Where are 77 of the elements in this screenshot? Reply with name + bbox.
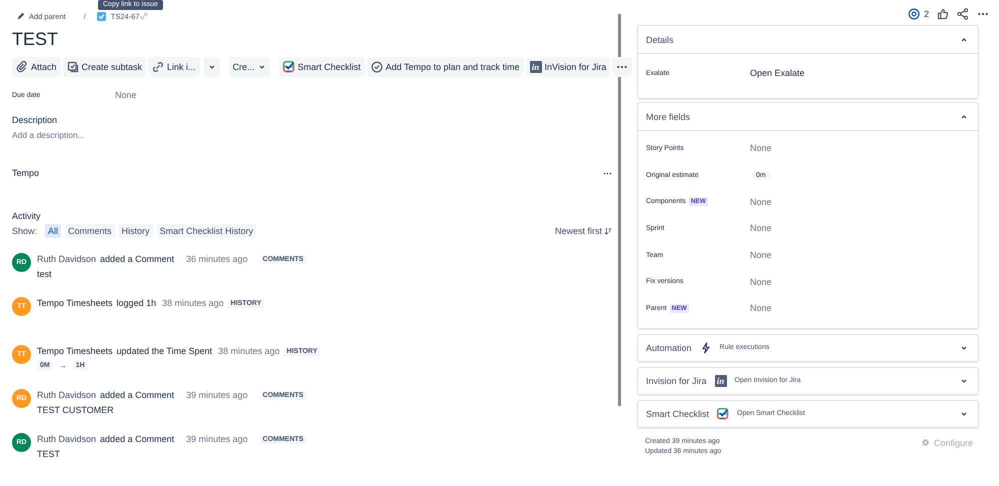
sort-icon — [604, 227, 612, 235]
filter-tab[interactable]: Comments — [65, 224, 115, 238]
share-icon[interactable] — [957, 8, 969, 20]
activity-time: 39 minutes ago — [186, 390, 248, 400]
filter-tab[interactable]: History — [118, 224, 153, 238]
panel-title: Invision for Jira — [646, 376, 707, 386]
activity-author[interactable]: Ruth Davidson — [37, 434, 96, 444]
arrow: → — [58, 361, 67, 370]
section-heading: Description — [12, 115, 58, 125]
attach-button[interactable]: Attach — [12, 57, 61, 77]
lightning-icon — [700, 342, 712, 354]
field-value[interactable]: None — [750, 303, 772, 314]
section-heading: Activity — [12, 211, 42, 221]
open-exalate-link[interactable]: Open Exalate — [750, 68, 805, 78]
activity-time: 39 minutes ago — [186, 434, 248, 444]
sort-button[interactable]: Newest first — [554, 226, 612, 236]
activity-time: 38 minutes ago — [218, 346, 280, 356]
filter-tab[interactable]: Smart Checklist History — [156, 224, 256, 238]
panel-title: Automation — [646, 342, 692, 353]
activity-action: added a Comment — [100, 434, 174, 444]
comment-text: TEST — [37, 449, 62, 459]
comment-text: test — [37, 269, 53, 279]
pencil-icon — [17, 12, 25, 20]
scrollbar[interactable] — [618, 14, 621, 406]
watch-button[interactable]: 2 — [908, 8, 929, 20]
chevron-icon[interactable] — [960, 112, 968, 120]
field-value[interactable]: None — [750, 223, 772, 234]
chevron-icon[interactable] — [960, 36, 968, 44]
activity-author[interactable]: Ruth Davidson — [37, 390, 96, 400]
filter-tab[interactable]: All — [45, 224, 62, 238]
smart-checklist-button[interactable]: Smart Checklist — [278, 57, 365, 77]
more-icon[interactable] — [603, 172, 612, 174]
activity-author[interactable]: Tempo Timesheets — [37, 346, 113, 356]
field-value[interactable]: None — [750, 250, 772, 260]
activity-action: added a Comment — [100, 254, 174, 264]
activity-author[interactable]: Ruth Davidson — [37, 254, 96, 264]
chevron-icon[interactable] — [960, 344, 968, 352]
field-value[interactable]: None — [750, 196, 772, 207]
checklist-icon — [282, 61, 295, 73]
comment-text: TEST CUSTOMER — [37, 405, 115, 415]
link-issue-button[interactable]: Link i... — [148, 57, 200, 77]
add-tempo-button[interactable]: Add Tempo to plan and track time — [366, 57, 524, 77]
field-value[interactable]: None — [750, 143, 772, 154]
checklist-icon — [717, 408, 730, 420]
activity-action: logged 1h — [116, 298, 156, 308]
chevron-icon[interactable] — [960, 410, 968, 418]
create-menu-button[interactable]: Cre... — [228, 57, 270, 77]
paperclip-icon — [16, 61, 28, 73]
invision-logo: in — [714, 374, 727, 387]
panel-title: Smart Checklist — [646, 408, 710, 419]
thumbs-up-icon[interactable] — [937, 8, 949, 20]
link-icon — [152, 61, 164, 73]
invision-button[interactable]: in InVision for Jira — [526, 57, 610, 77]
card-title: More fields — [646, 112, 690, 122]
card-title: Details — [646, 34, 674, 44]
activity-time: 38 minutes ago — [162, 298, 224, 308]
field-value[interactable]: None — [750, 276, 772, 287]
link-icon — [140, 12, 148, 20]
activity-action: updated the Time Spent — [116, 346, 212, 356]
issue-title: TEST — [12, 29, 60, 49]
eye-icon — [908, 8, 920, 20]
activity-action: added a Comment — [100, 390, 174, 400]
check-circle-icon — [370, 61, 383, 73]
show-label: Show: — [12, 226, 38, 236]
activity-time: 36 minutes ago — [186, 254, 248, 264]
chevron-icon[interactable] — [960, 376, 968, 385]
section-heading: Tempo — [12, 168, 40, 178]
subtask-icon — [66, 61, 79, 73]
activity-author[interactable]: Tempo Timesheets — [37, 298, 113, 308]
gear-icon — [920, 438, 930, 448]
create-subtask-button[interactable]: Create subtask — [62, 57, 146, 77]
caret-icon — [258, 63, 266, 71]
more-button[interactable] — [612, 57, 632, 77]
field-value[interactable]: None — [115, 90, 137, 100]
checkbox-icon — [96, 12, 106, 20]
caret-icon — [208, 63, 216, 71]
invision-logo: in — [530, 61, 542, 73]
